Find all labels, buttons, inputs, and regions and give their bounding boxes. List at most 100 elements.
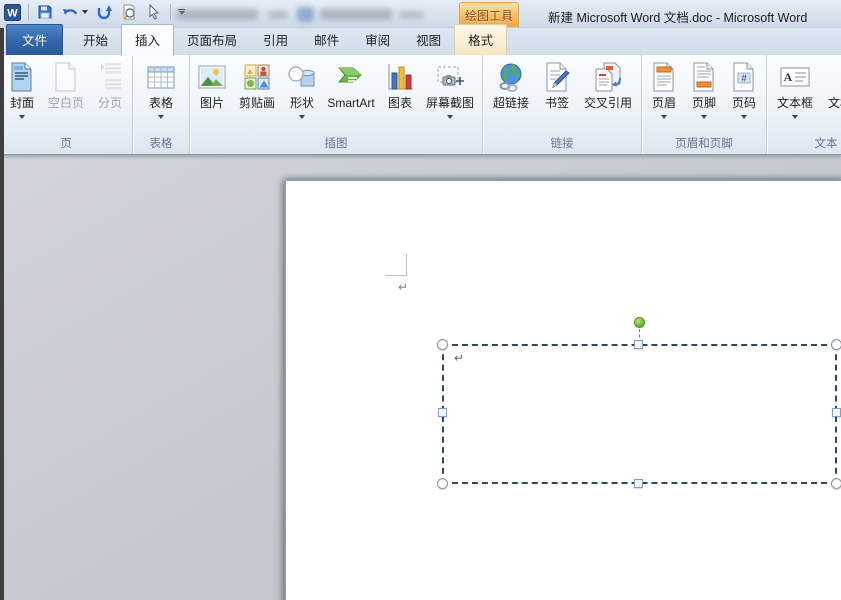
qat-separator bbox=[170, 4, 171, 20]
ribbon-group-header-footer: 页眉 页脚 # 页码 页眉和页脚 bbox=[642, 55, 767, 154]
svg-text:A: A bbox=[784, 70, 793, 84]
save-icon[interactable] bbox=[36, 3, 54, 21]
screenshot-icon bbox=[433, 60, 467, 94]
handle-top-left[interactable] bbox=[437, 339, 448, 350]
word-window: W 绘图工具 新建 Microsoft Word 文档.doc - Micros… bbox=[0, 0, 841, 600]
tab-references[interactable]: 引用 bbox=[250, 25, 301, 55]
ribbon-group-text: A 文本框文档部件文本 bbox=[767, 55, 841, 154]
ribbon-group-links: 超链接 书签 交叉引用 链接 bbox=[483, 55, 642, 154]
table-label: 表格 bbox=[148, 96, 173, 110]
smartart-label: SmartArt bbox=[327, 96, 375, 110]
svg-text:#: # bbox=[741, 74, 747, 85]
paragraph-mark: ↵ bbox=[398, 280, 409, 294]
dropdown-arrow-icon[interactable] bbox=[299, 115, 305, 119]
clip-art-icon bbox=[240, 60, 274, 94]
undo-icon[interactable] bbox=[61, 3, 79, 21]
redacted-blur bbox=[268, 11, 288, 19]
ribbon-group-tables: 表格 表格 bbox=[133, 55, 190, 154]
dropdown-arrow-icon[interactable] bbox=[447, 115, 453, 119]
handle-middle-left[interactable] bbox=[438, 408, 447, 417]
redo-icon[interactable] bbox=[95, 3, 113, 21]
handle-top-right[interactable] bbox=[831, 339, 841, 350]
dropdown-arrow-icon[interactable] bbox=[158, 115, 164, 119]
dropdown-arrow-icon[interactable] bbox=[741, 115, 747, 119]
shapes-button[interactable]: 形状 bbox=[282, 57, 322, 133]
clip-art-button[interactable]: 剪贴画 bbox=[232, 57, 282, 133]
group-label-text: 文本 bbox=[814, 138, 838, 150]
tab-view[interactable]: 视图 bbox=[403, 25, 454, 55]
footer-label: 页脚 bbox=[691, 96, 716, 110]
redacted-blur bbox=[297, 7, 314, 22]
window-left-edge bbox=[0, 28, 4, 600]
dropdown-arrow-icon[interactable] bbox=[701, 115, 707, 119]
header-button[interactable]: 页眉 bbox=[644, 57, 684, 133]
tab-insert[interactable]: 插入 bbox=[121, 24, 175, 56]
dropdown-arrow-icon[interactable] bbox=[661, 115, 667, 119]
quick-parts-label: 文档部件 bbox=[827, 96, 841, 110]
table-icon bbox=[144, 60, 178, 94]
dropdown-arrow-icon[interactable] bbox=[19, 115, 25, 119]
tab-format[interactable]: 格式 bbox=[454, 24, 508, 55]
handle-top-center[interactable] bbox=[633, 340, 643, 349]
redacted-blur bbox=[176, 9, 258, 20]
tab-review[interactable]: 审阅 bbox=[352, 25, 403, 55]
cross-reference-label: 交叉引用 bbox=[583, 96, 632, 110]
picture-icon bbox=[195, 60, 229, 94]
margin-crop-mark bbox=[385, 254, 407, 276]
handle-middle-right[interactable] bbox=[832, 408, 841, 417]
qat-separator bbox=[28, 4, 29, 20]
clip-art-label: 剪贴画 bbox=[238, 96, 275, 110]
chart-label: 图表 bbox=[387, 96, 412, 110]
shapes-label: 形状 bbox=[289, 96, 314, 110]
hyperlink-label: 超链接 bbox=[492, 96, 529, 110]
tab-mailings[interactable]: 邮件 bbox=[301, 25, 352, 55]
blank-page-button: 空白页 bbox=[42, 57, 90, 133]
header-icon bbox=[647, 60, 681, 94]
screenshot-label: 屏幕截图 bbox=[425, 96, 474, 110]
handle-bottom-center[interactable] bbox=[633, 479, 643, 488]
bookmark-label: 书签 bbox=[544, 96, 569, 110]
chart-button[interactable]: 图表 bbox=[380, 57, 420, 133]
undo-dropdown-icon[interactable] bbox=[82, 10, 88, 14]
ribbon-tabs: 文件 开始 插入 页面布局 引用 邮件 审阅 视图 格式 bbox=[0, 24, 841, 56]
page-number-label: 页码 bbox=[731, 96, 756, 110]
tab-file[interactable]: 文件 bbox=[6, 24, 64, 55]
rotate-handle[interactable] bbox=[633, 317, 645, 328]
dropdown-arrow-icon[interactable] bbox=[792, 115, 798, 119]
picture-button[interactable]: 图片 bbox=[192, 57, 232, 133]
ribbon-group-pages: 封面 空白页 分页页 bbox=[0, 55, 133, 154]
document-area: ↵ ↵ bbox=[0, 155, 841, 600]
page-number-button[interactable]: # 页码 bbox=[724, 57, 764, 133]
smartart-button[interactable]: SmartArt bbox=[322, 57, 380, 133]
quick-parts-button[interactable]: 文档部件 bbox=[821, 57, 841, 133]
cover-page-button[interactable]: 封面 bbox=[2, 57, 42, 133]
quick-parts-icon bbox=[835, 60, 841, 94]
smartart-icon bbox=[334, 60, 368, 94]
text-box-icon: A bbox=[778, 60, 812, 94]
cross-reference-button[interactable]: 交叉引用 bbox=[577, 57, 639, 133]
tab-page-layout[interactable]: 页面布局 bbox=[174, 25, 250, 55]
redacted-blur bbox=[320, 9, 392, 20]
word-logo-icon[interactable]: W bbox=[3, 3, 21, 21]
hyperlink-button[interactable]: 超链接 bbox=[485, 57, 537, 133]
document-page[interactable]: ↵ ↵ bbox=[285, 180, 841, 600]
table-button[interactable]: 表格 bbox=[135, 57, 187, 133]
footer-button[interactable]: 页脚 bbox=[684, 57, 724, 133]
handle-bottom-right[interactable] bbox=[831, 478, 841, 489]
picture-label: 图片 bbox=[199, 96, 224, 110]
redacted-blur bbox=[399, 11, 424, 19]
screenshot-button[interactable]: 屏幕截图 bbox=[420, 57, 480, 133]
print-preview-icon[interactable] bbox=[120, 3, 138, 21]
quick-access-toolbar: W bbox=[3, 3, 185, 21]
group-label-tables: 表格 bbox=[149, 138, 173, 150]
ribbon-group-illustrations: 图片 剪贴画 形状 SmartArt 图表 屏幕截图 插图 bbox=[190, 55, 483, 154]
bookmark-button[interactable]: 书签 bbox=[537, 57, 577, 133]
handle-bottom-left[interactable] bbox=[437, 478, 448, 489]
page-break-button: 分页 bbox=[90, 57, 130, 133]
text-box-button[interactable]: A 文本框 bbox=[769, 57, 821, 133]
page-break-icon bbox=[93, 60, 127, 94]
group-label-pages: 页 bbox=[60, 138, 72, 150]
tab-home[interactable]: 开始 bbox=[70, 25, 121, 55]
selected-text-box[interactable]: ↵ bbox=[437, 317, 841, 489]
select-cursor-icon[interactable] bbox=[145, 3, 163, 21]
